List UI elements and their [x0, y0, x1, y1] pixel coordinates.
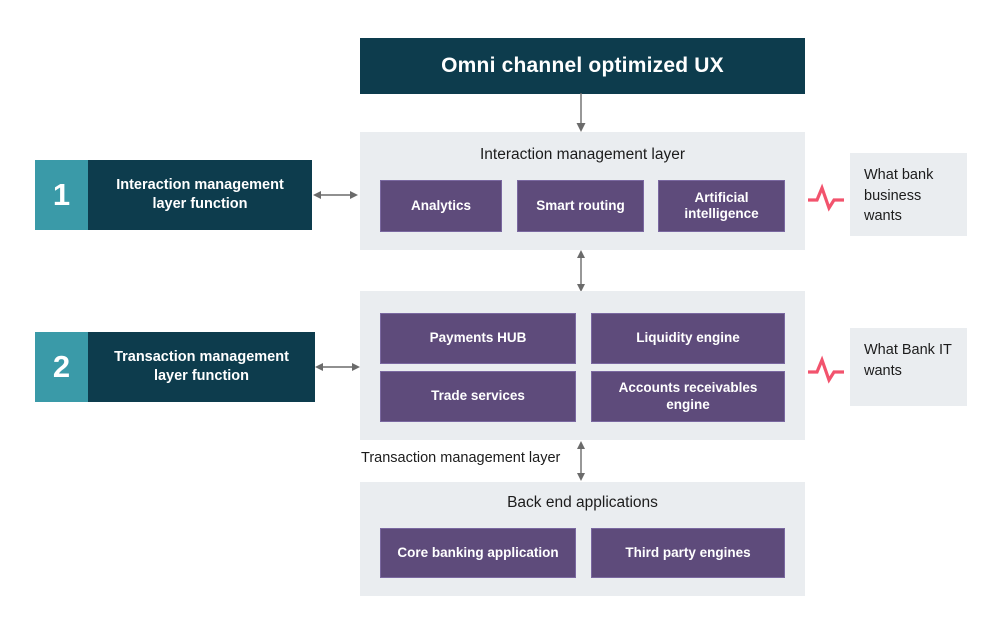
pulse-icon — [808, 355, 844, 384]
note-what-bank-it-wants: What Bank IT wants — [850, 328, 967, 406]
chip-smart-routing[interactable]: Smart routing — [517, 180, 644, 232]
pulse-icon — [808, 183, 844, 212]
arrow-function1-to-interaction — [313, 191, 358, 199]
function-box-2: 2 Transaction management layer function — [35, 332, 315, 402]
label-transaction-management-layer: Transaction management layer — [361, 450, 561, 466]
diagram-title: Omni channel optimized UX — [441, 54, 724, 77]
function-label-1: Interaction management layer function — [88, 160, 312, 230]
chip-accounts-receivables-engine[interactable]: Accounts receivables engine — [591, 371, 785, 422]
diagram-canvas: Omni channel optimized UX Interaction ma… — [0, 0, 1000, 634]
chip-analytics[interactable]: Analytics — [380, 180, 502, 232]
diagram-title-bar: Omni channel optimized UX — [360, 38, 805, 94]
chip-artificial-intelligence[interactable]: Artificial intelligence — [658, 180, 785, 232]
panel-transaction-management-layer: Payments HUB Liquidity engine Trade serv… — [360, 291, 805, 440]
note-what-bank-business-wants: What bank business wants — [850, 153, 967, 236]
function-label-2: Transaction management layer function — [88, 332, 315, 402]
arrow-transaction-backend — [577, 441, 585, 481]
chip-trade-services[interactable]: Trade services — [380, 371, 576, 422]
chip-third-party-engines[interactable]: Third party engines — [591, 528, 785, 578]
function-number-2: 2 — [35, 332, 88, 402]
panel-backend-title: Back end applications — [507, 494, 658, 511]
chip-liquidity-engine[interactable]: Liquidity engine — [591, 313, 785, 364]
chip-payments-hub[interactable]: Payments HUB — [380, 313, 576, 364]
arrow-interaction-transaction — [577, 250, 585, 292]
chip-core-banking-application[interactable]: Core banking application — [380, 528, 576, 578]
panel-back-end-applications: Back end applications Core banking appli… — [360, 482, 805, 596]
panel-interaction-management-layer: Interaction management layer Analytics S… — [360, 132, 805, 250]
panel-interaction-title: Interaction management layer — [479, 146, 686, 163]
arrow-function2-to-transaction — [315, 363, 360, 371]
function-number-1: 1 — [35, 160, 88, 230]
function-box-1: 1 Interaction management layer function — [35, 160, 312, 230]
arrow-title-to-interaction — [576, 93, 586, 132]
